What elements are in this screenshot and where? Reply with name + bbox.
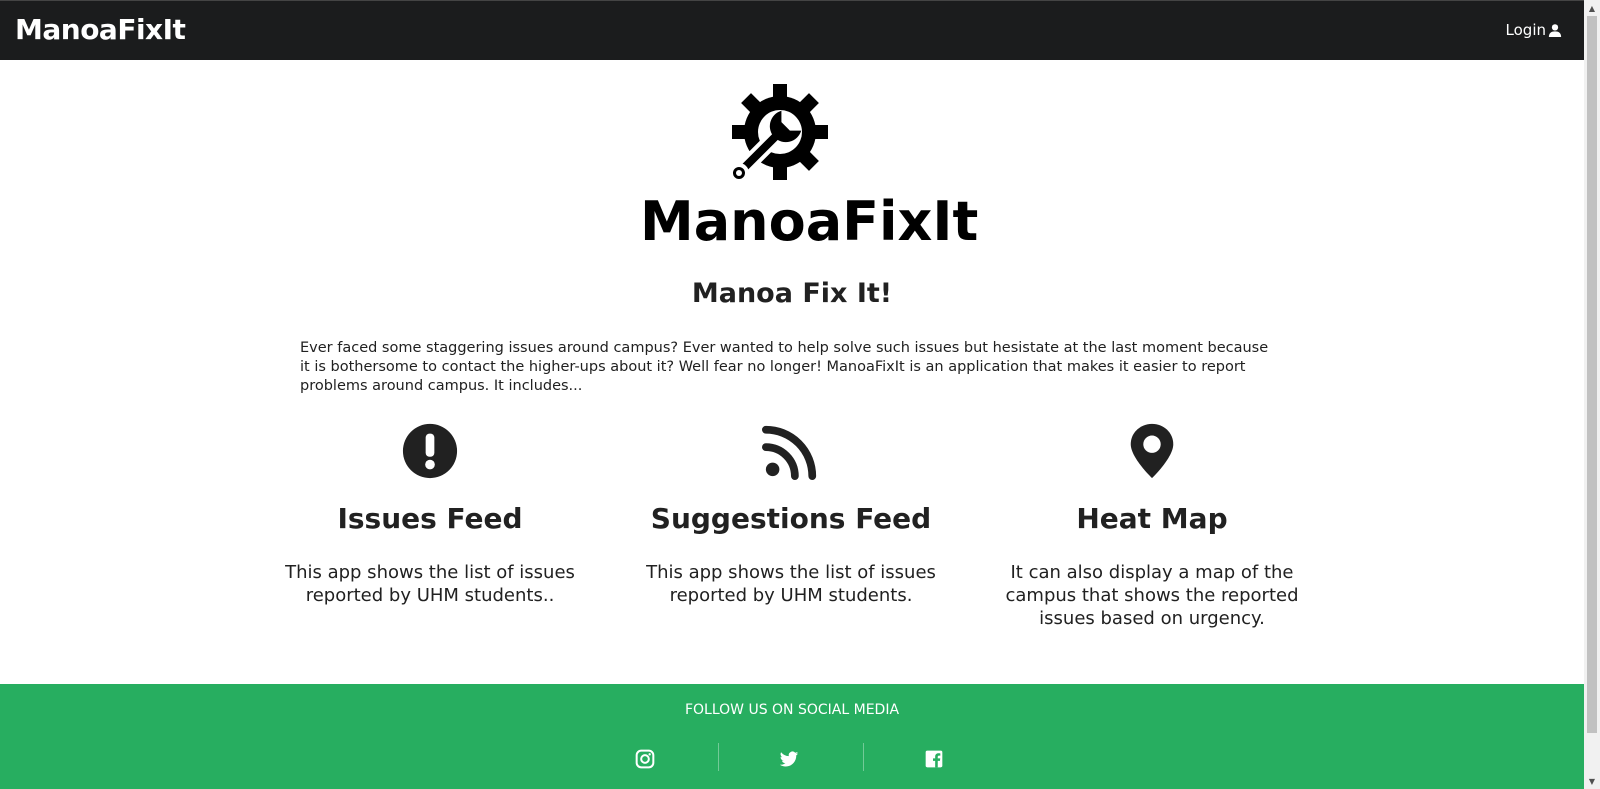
feature-suggestions-feed: Suggestions Feed This app shows the list… xyxy=(621,420,961,607)
feature-title: Issues Feed xyxy=(337,502,523,535)
feature-description: This app shows the list of issues report… xyxy=(285,562,575,606)
top-navbar: ManoaFixIt Login xyxy=(0,0,1584,60)
instagram-link[interactable] xyxy=(633,747,657,771)
vertical-scrollbar[interactable]: ▲ ▼ xyxy=(1584,0,1600,789)
instagram-icon xyxy=(635,749,655,769)
scroll-thumb[interactable] xyxy=(1587,16,1597,733)
social-divider xyxy=(718,743,719,771)
page-viewport: ManoaFixIt Login ManoaFixIt Manoa Fix It… xyxy=(0,0,1584,789)
facebook-link[interactable] xyxy=(922,747,946,771)
feature-description: It can also display a map of the campus … xyxy=(1005,562,1299,629)
twitter-link[interactable] xyxy=(777,747,801,771)
footer-title: FOLLOW US ON SOCIAL MEDIA xyxy=(684,702,900,718)
social-links xyxy=(0,743,1584,773)
intro-paragraph: Ever faced some staggering issues around… xyxy=(300,340,1269,394)
brand-link[interactable]: ManoaFixIt xyxy=(15,13,186,46)
facebook-icon xyxy=(925,750,943,768)
logo-wordmark: ManoaFixIt xyxy=(640,190,979,253)
feature-title: Heat Map xyxy=(1076,502,1228,535)
feature-title: Suggestions Feed xyxy=(650,502,932,535)
map-marker-icon xyxy=(1130,423,1174,479)
scroll-down-arrow-icon[interactable]: ▼ xyxy=(1584,773,1600,789)
feature-issues-feed: Issues Feed This app shows the list of i… xyxy=(260,420,600,607)
user-icon xyxy=(1548,24,1562,37)
scroll-up-arrow-icon[interactable]: ▲ xyxy=(1584,0,1600,16)
exclamation-circle-icon xyxy=(402,423,458,479)
rss-feed-icon xyxy=(762,425,817,480)
feature-description: This app shows the list of issues report… xyxy=(646,562,936,606)
login-button[interactable]: Login xyxy=(1506,21,1562,39)
feature-heat-map: Heat Map It can also display a map of th… xyxy=(982,420,1322,630)
social-divider xyxy=(863,743,864,771)
page-title: Manoa Fix It! xyxy=(691,278,893,309)
login-label: Login xyxy=(1505,21,1546,39)
manoafixit-logo: ManoaFixIt xyxy=(640,80,979,253)
twitter-icon xyxy=(779,751,799,767)
gear-wrench-icon xyxy=(732,84,828,184)
footer: FOLLOW US ON SOCIAL MEDIA xyxy=(0,684,1584,789)
